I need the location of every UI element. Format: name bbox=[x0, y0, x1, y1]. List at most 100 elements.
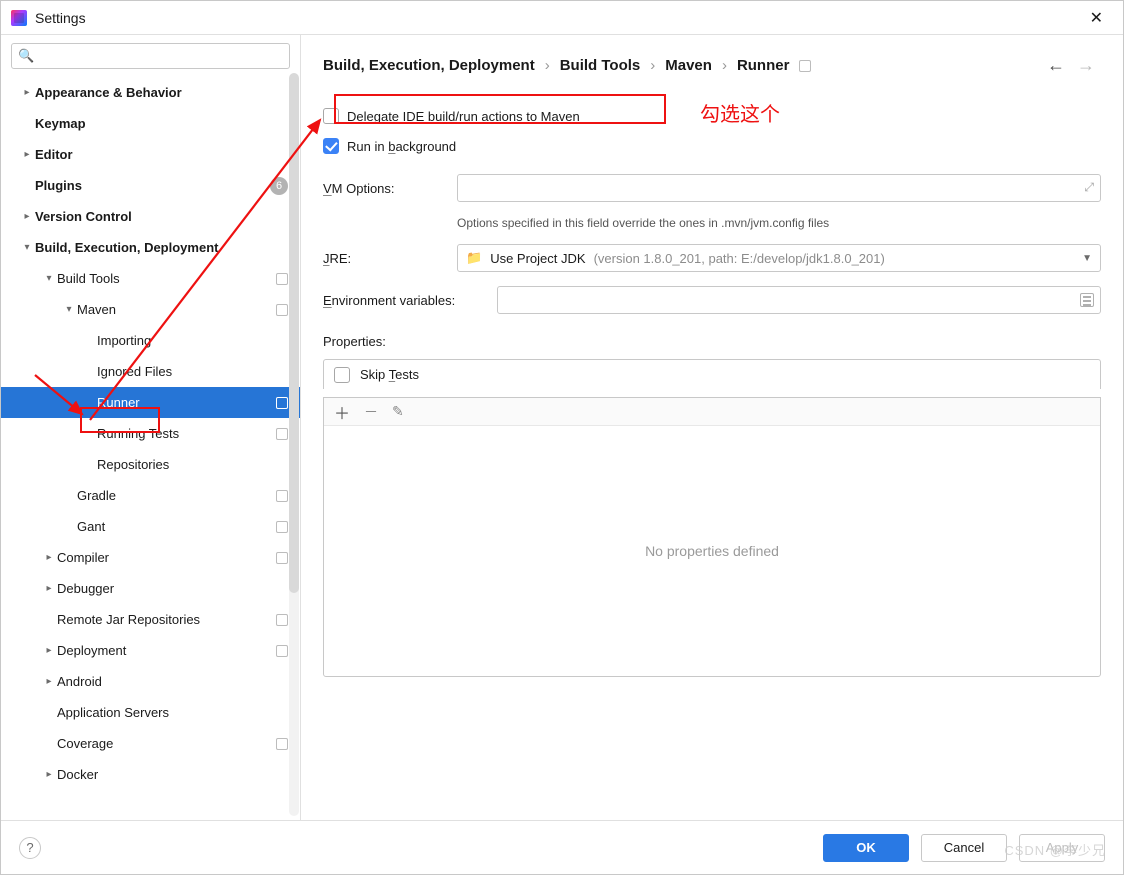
skip-tests-label: Skip Tests bbox=[360, 367, 419, 382]
sidebar-item-editor[interactable]: ▸Editor bbox=[1, 139, 300, 170]
add-icon[interactable]: ＋ bbox=[334, 400, 350, 424]
sidebar-item-label: Plugins bbox=[35, 178, 270, 193]
list-icon[interactable] bbox=[1080, 293, 1094, 307]
breadcrumb-row: Build, Execution, Deployment › Build Tools… bbox=[323, 51, 1101, 80]
close-icon[interactable]: ✕ bbox=[1080, 4, 1113, 32]
chevron-right-icon: ▸ bbox=[41, 645, 57, 656]
expand-icon[interactable]: ⤢ bbox=[1084, 180, 1094, 195]
sidebar-item-keymap[interactable]: Keymap bbox=[1, 108, 300, 139]
folder-icon: 📁 bbox=[466, 250, 482, 266]
sidebar-item-gant[interactable]: Gant bbox=[1, 511, 300, 542]
scope-icon bbox=[276, 552, 288, 564]
sidebar-item-label: Deployment bbox=[57, 643, 272, 658]
chevron-right-icon: ▸ bbox=[19, 87, 35, 98]
scope-icon bbox=[276, 521, 288, 533]
chevron-right-icon: › bbox=[545, 57, 550, 74]
search-box[interactable]: 🔍 bbox=[11, 43, 290, 69]
sidebar-item-android[interactable]: ▸Android bbox=[1, 666, 300, 697]
skip-tests-checkbox[interactable] bbox=[334, 367, 350, 383]
edit-icon[interactable]: ✎ bbox=[392, 403, 404, 420]
sidebar-item-deployment[interactable]: ▸Deployment bbox=[1, 635, 300, 666]
sidebar-item-repositories[interactable]: Repositories bbox=[1, 449, 300, 480]
sidebar-item-label: Debugger bbox=[57, 581, 288, 596]
breadcrumb-segment[interactable]: Runner bbox=[737, 57, 790, 74]
sidebar-item-importing[interactable]: Importing bbox=[1, 325, 300, 356]
sidebar-item-label: Appearance & Behavior bbox=[35, 85, 288, 100]
scope-icon bbox=[276, 490, 288, 502]
chevron-right-icon: ▸ bbox=[41, 676, 57, 687]
search-icon: 🔍 bbox=[18, 48, 34, 64]
sidebar-item-plugins[interactable]: Plugins6 bbox=[1, 170, 300, 201]
delegate-label: Delegate IDE build/run actions to Maven bbox=[347, 109, 580, 124]
sidebar-item-running-tests[interactable]: Running Tests bbox=[1, 418, 300, 449]
sidebar-item-label: Compiler bbox=[57, 550, 272, 565]
vm-label: VM Options: bbox=[323, 181, 443, 196]
sidebar-item-label: Maven bbox=[77, 302, 272, 317]
scrollbar-thumb[interactable] bbox=[289, 73, 299, 593]
sidebar-item-compiler[interactable]: ▸Compiler bbox=[1, 542, 300, 573]
remove-icon[interactable]: － bbox=[364, 402, 378, 422]
ok-button[interactable]: OK bbox=[823, 834, 909, 862]
sidebar-item-coverage[interactable]: Coverage bbox=[1, 728, 300, 759]
main-panel: Build, Execution, Deployment › Build Tools… bbox=[301, 35, 1123, 820]
help-icon[interactable]: ? bbox=[19, 837, 41, 859]
cancel-button[interactable]: Cancel bbox=[921, 834, 1007, 862]
settings-tree[interactable]: ▸Appearance & BehaviorKeymap▸EditorPlugi… bbox=[1, 73, 300, 820]
sidebar: 🔍 ▸Appearance & BehaviorKeymap▸EditorPlu… bbox=[1, 35, 301, 820]
sidebar-item-label: Ignored Files bbox=[97, 364, 288, 379]
sidebar-item-maven[interactable]: ▾Maven bbox=[1, 294, 300, 325]
vm-options-input[interactable]: ⤢ bbox=[457, 174, 1101, 202]
scope-icon bbox=[276, 304, 288, 316]
watermark: CSDN @李少兄 bbox=[1004, 840, 1106, 859]
env-label: Environment variables: bbox=[323, 293, 483, 308]
chevron-right-icon: › bbox=[722, 57, 727, 74]
sidebar-item-label: Version Control bbox=[35, 209, 288, 224]
scope-icon bbox=[276, 738, 288, 750]
sidebar-item-label: Editor bbox=[35, 147, 288, 162]
chevron-right-icon: ▸ bbox=[41, 552, 57, 563]
settings-window: Settings ✕ 🔍 ▸Appearance & BehaviorKeyma… bbox=[0, 0, 1124, 875]
sidebar-item-label: Build, Execution, Deployment bbox=[35, 240, 288, 255]
background-row[interactable]: Run in background bbox=[323, 138, 1101, 154]
sidebar-item-runner[interactable]: Runner bbox=[1, 387, 300, 418]
sidebar-item-label: Build Tools bbox=[57, 271, 272, 286]
search-input[interactable] bbox=[38, 48, 283, 65]
sidebar-item-docker[interactable]: ▸Docker bbox=[1, 759, 300, 790]
sidebar-item-debugger[interactable]: ▸Debugger bbox=[1, 573, 300, 604]
intellij-icon bbox=[11, 10, 27, 26]
breadcrumb-segment[interactable]: Build, Execution, Deployment bbox=[323, 57, 535, 74]
sidebar-item-version-control[interactable]: ▸Version Control bbox=[1, 201, 300, 232]
chevron-right-icon: ▸ bbox=[41, 769, 57, 780]
search-row: 🔍 bbox=[1, 35, 300, 73]
sidebar-item-application-servers[interactable]: Application Servers bbox=[1, 697, 300, 728]
breadcrumb-segment[interactable]: Build Tools bbox=[560, 57, 641, 74]
sidebar-item-remote-jar-repositories[interactable]: Remote Jar Repositories bbox=[1, 604, 300, 635]
sidebar-item-build-tools[interactable]: ▾Build Tools bbox=[1, 263, 300, 294]
scope-icon bbox=[276, 397, 288, 409]
chevron-down-icon: ▼ bbox=[1082, 253, 1092, 264]
jre-detail: (version 1.8.0_201, path: E:/develop/jdk… bbox=[594, 251, 885, 266]
properties-section: Properties: Skip Tests ＋ － ✎ No properti… bbox=[323, 334, 1101, 677]
jre-select[interactable]: 📁 Use Project JDK (version 1.8.0_201, pa… bbox=[457, 244, 1101, 272]
nav-back-icon[interactable]: ← bbox=[1041, 51, 1071, 80]
sidebar-item-appearance-behavior[interactable]: ▸Appearance & Behavior bbox=[1, 77, 300, 108]
skip-tests-row[interactable]: Skip Tests bbox=[323, 359, 1101, 389]
jre-row: JRE: 📁 Use Project JDK (version 1.8.0_20… bbox=[323, 244, 1101, 272]
body: 🔍 ▸Appearance & BehaviorKeymap▸EditorPlu… bbox=[1, 35, 1123, 820]
properties-panel: ＋ － ✎ No properties defined bbox=[323, 397, 1101, 677]
sidebar-item-ignored-files[interactable]: Ignored Files bbox=[1, 356, 300, 387]
sidebar-item-label: Gant bbox=[77, 519, 272, 534]
env-input[interactable] bbox=[497, 286, 1101, 314]
sidebar-item-build-execution-deployment[interactable]: ▾Build, Execution, Deployment bbox=[1, 232, 300, 263]
env-row: Environment variables: bbox=[323, 286, 1101, 314]
background-checkbox[interactable] bbox=[323, 138, 339, 154]
sidebar-item-label: Application Servers bbox=[57, 705, 288, 720]
sidebar-item-label: Running Tests bbox=[97, 426, 272, 441]
sidebar-item-gradle[interactable]: Gradle bbox=[1, 480, 300, 511]
sidebar-item-label: Remote Jar Repositories bbox=[57, 612, 272, 627]
breadcrumb-segment[interactable]: Maven bbox=[665, 57, 712, 74]
sidebar-item-label: Runner bbox=[97, 395, 272, 410]
sidebar-item-label: Repositories bbox=[97, 457, 288, 472]
nav-forward-icon[interactable]: → bbox=[1071, 51, 1101, 80]
delegate-checkbox[interactable] bbox=[323, 108, 339, 124]
